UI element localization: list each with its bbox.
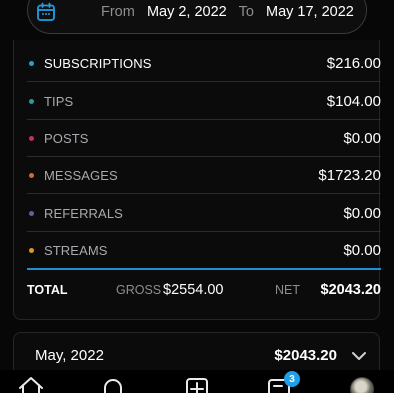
bottom-nav <box>0 370 394 393</box>
posts-dot <box>29 135 34 141</box>
row-label: STREAMS <box>44 243 108 258</box>
calendar-icon[interactable] <box>36 2 56 22</box>
row-label: MESSAGES <box>44 167 118 183</box>
earnings-row-referrals: REFERRALS $0.00 <box>27 195 381 232</box>
chevron-down-icon[interactable] <box>351 351 367 361</box>
from-date[interactable]: May 2, 2022 <box>147 4 227 20</box>
from-label: From <box>101 4 135 20</box>
referrals-dot <box>29 210 34 216</box>
net-value: $2043.20 <box>320 282 381 298</box>
total-divider <box>27 268 381 270</box>
net-label: NET <box>275 283 300 297</box>
row-amount: $104.00 <box>326 92 381 110</box>
total-label: TOTAL <box>27 283 68 297</box>
earnings-card: SUBSCRIPTIONS $216.00 TIPS $104.00 POSTS… <box>13 40 381 320</box>
statements-page: From May 2, 2022 To May 17, 2022 SUBSCRI… <box>0 0 394 393</box>
add-post-icon[interactable] <box>183 374 211 393</box>
row-label: POSTS <box>44 130 89 146</box>
gross-label: GROSS <box>116 283 162 297</box>
messages-badge: 3 <box>284 371 300 387</box>
earnings-row-streams: STREAMS $0.00 <box>27 232 381 269</box>
earnings-row-tips: TIPS $104.00 <box>27 83 381 120</box>
messages-dot <box>29 172 34 178</box>
date-range-text[interactable]: From May 2, 2022 To May 17, 2022 <box>101 4 354 20</box>
notifications-icon[interactable] <box>99 374 127 393</box>
gross-value: $2554.00 <box>163 282 224 298</box>
month-amount: $2043.20 <box>274 347 337 364</box>
row-amount: $0.00 <box>343 129 381 147</box>
row-label: SUBSCRIPTIONS <box>44 55 152 71</box>
to-label: To <box>238 4 254 20</box>
tips-dot <box>29 98 34 104</box>
total-row: TOTAL GROSS $2554.00 NET $2043.20 <box>27 278 381 302</box>
earnings-row-posts: POSTS $0.00 <box>27 120 381 157</box>
row-amount: $0.00 <box>343 242 381 259</box>
row-label: REFERRALS <box>44 205 123 221</box>
home-icon[interactable] <box>17 374 45 393</box>
row-amount: $216.00 <box>326 54 381 72</box>
month-label: May, 2022 <box>35 347 104 364</box>
row-amount: $1723.20 <box>318 166 381 184</box>
date-range-selector[interactable]: From May 2, 2022 To May 17, 2022 <box>27 0 367 34</box>
subscriptions-dot <box>29 60 34 66</box>
streams-dot <box>29 248 34 253</box>
row-label: TIPS <box>44 93 74 109</box>
earnings-row-subscriptions: SUBSCRIPTIONS $216.00 <box>27 45 381 82</box>
earnings-row-messages: MESSAGES $1723.20 <box>27 157 381 194</box>
row-amount: $0.00 <box>343 204 381 222</box>
to-date[interactable]: May 17, 2022 <box>266 4 354 20</box>
